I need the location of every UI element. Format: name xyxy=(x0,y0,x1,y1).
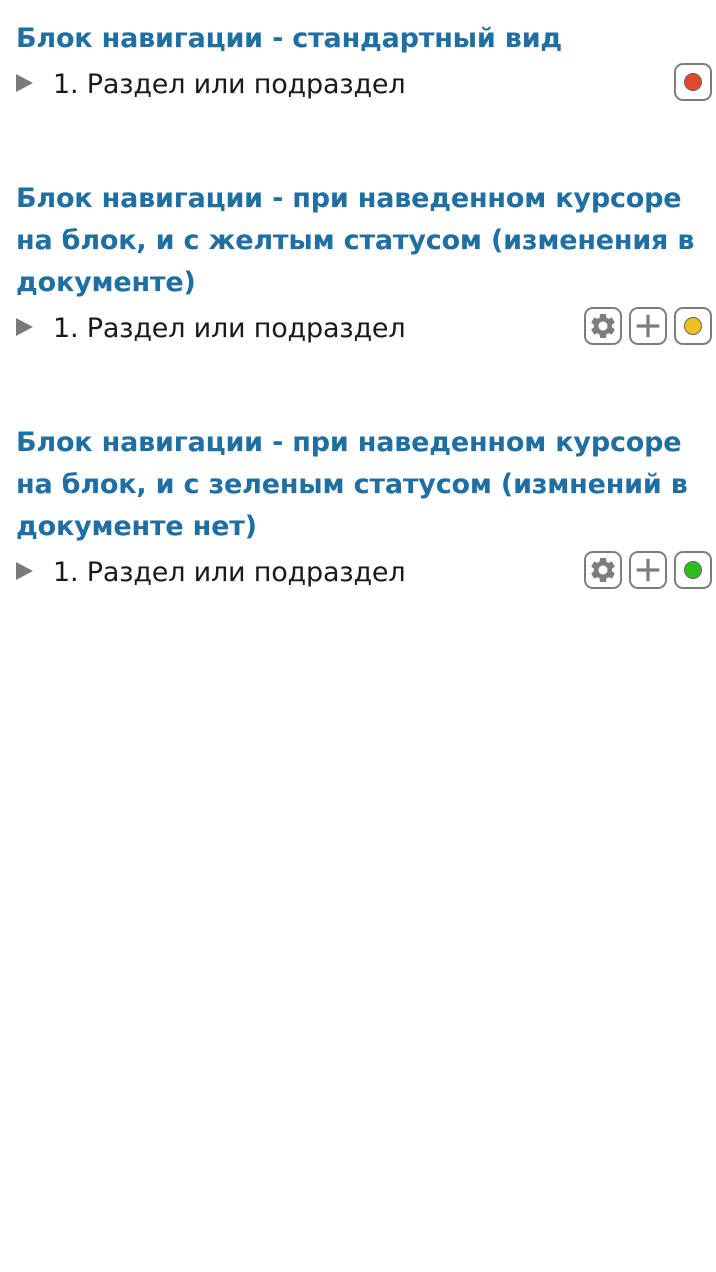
block-title: Блок навигации - при наведенном курсоре … xyxy=(16,427,688,542)
nav-block-hover-green: Блок навигации - при наведенном курсоре … xyxy=(16,422,712,596)
settings-button[interactable] xyxy=(584,307,622,345)
nav-item[interactable]: 1. Раздел или подраздел xyxy=(16,306,712,352)
nav-item-label[interactable]: 1. Раздел или подраздел xyxy=(53,306,406,352)
status-dot-icon xyxy=(684,317,702,335)
nav-item-actions xyxy=(584,551,712,589)
nav-block-hover-yellow: Блок навигации - при наведенном курсоре … xyxy=(16,178,712,352)
expand-arrow-icon[interactable] xyxy=(16,318,33,336)
nav-item[interactable]: 1. Раздел или подраздел xyxy=(16,62,712,108)
gear-icon xyxy=(591,558,615,582)
expand-arrow-icon[interactable] xyxy=(16,74,33,92)
add-button[interactable] xyxy=(629,307,667,345)
status-button[interactable] xyxy=(674,63,712,101)
expand-arrow-icon[interactable] xyxy=(16,562,33,580)
settings-button[interactable] xyxy=(584,551,622,589)
status-button[interactable] xyxy=(674,551,712,589)
nav-item-label[interactable]: 1. Раздел или подраздел xyxy=(53,550,406,596)
nav-block-standard: Блок навигации - стандартный вид 1. Разд… xyxy=(16,18,712,108)
plus-icon xyxy=(636,314,660,338)
nav-item-actions xyxy=(674,63,712,101)
status-dot-icon xyxy=(684,561,702,579)
add-button[interactable] xyxy=(629,551,667,589)
plus-icon xyxy=(636,558,660,582)
nav-item[interactable]: 1. Раздел или подраздел xyxy=(16,550,712,596)
nav-item-actions xyxy=(584,307,712,345)
gear-icon xyxy=(591,314,615,338)
status-dot-icon xyxy=(684,73,702,91)
block-title: Блок навигации - при наведенном курсоре … xyxy=(16,183,695,298)
nav-item-label[interactable]: 1. Раздел или подраздел xyxy=(53,62,406,108)
status-button[interactable] xyxy=(674,307,712,345)
block-title: Блок навигации - стандартный вид xyxy=(16,23,563,54)
